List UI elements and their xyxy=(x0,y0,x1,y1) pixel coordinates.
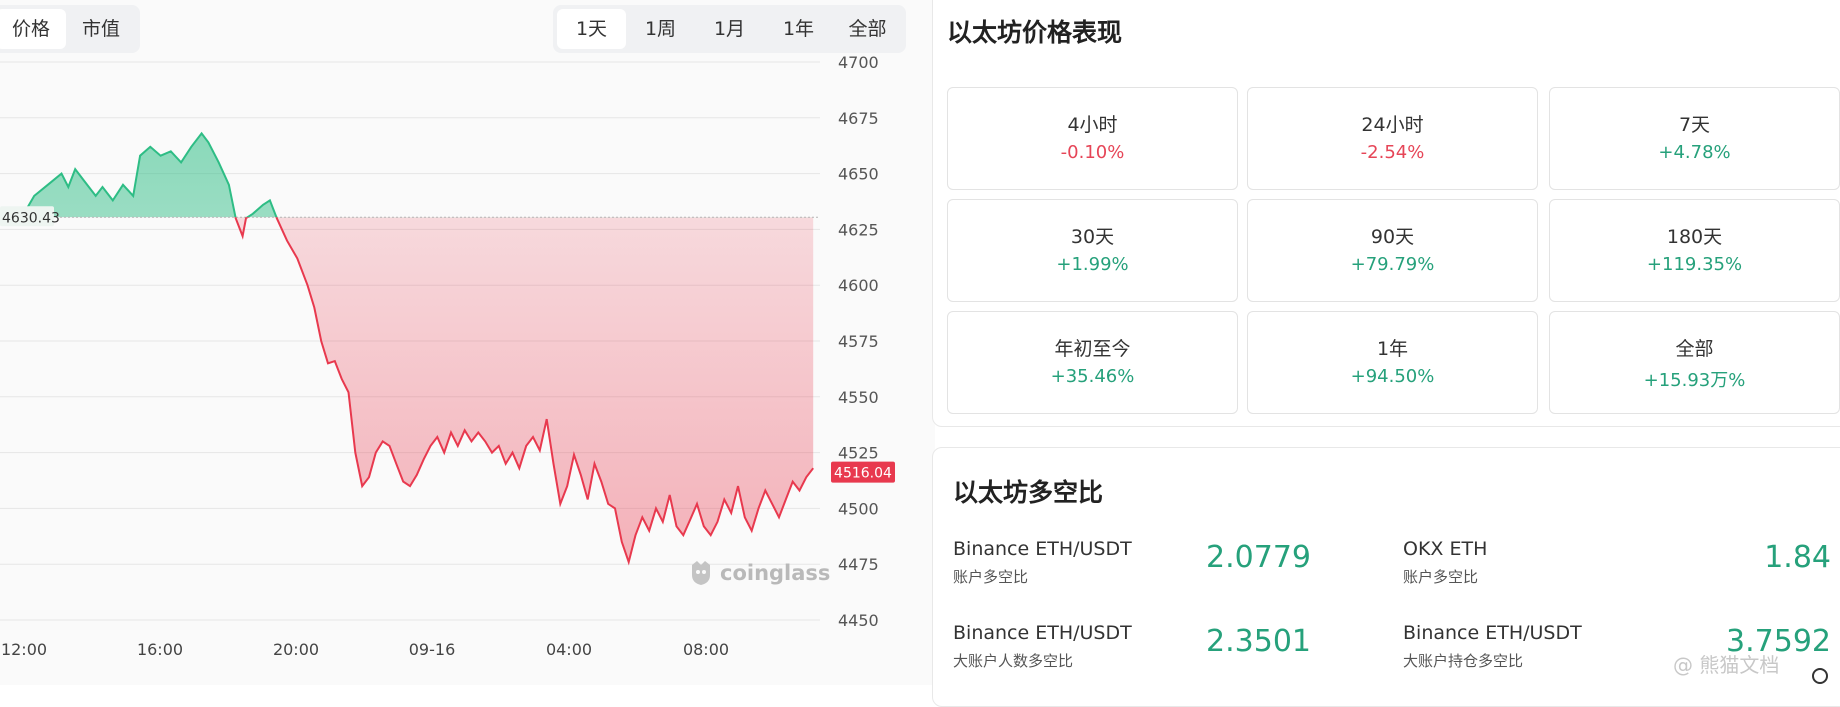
y-tick-label: 4625 xyxy=(838,220,879,239)
ratio-type-label: 账户多空比 xyxy=(953,568,1029,586)
performance-tile[interactable]: 全部 +15.93万% xyxy=(1549,311,1840,414)
range-all[interactable]: 全部 xyxy=(833,9,902,49)
performance-period-label: 4小时 xyxy=(1067,114,1118,136)
long-short-title: 以太坊多空比 xyxy=(953,478,1104,507)
ratio-type-label: 大账户持仓多空比 xyxy=(1403,652,1524,670)
range-1y[interactable]: 1年 xyxy=(764,9,833,49)
exchange-pair-name: OKX ETH xyxy=(1403,538,1488,560)
ratio-type-label: 大账户人数多空比 xyxy=(953,652,1074,670)
performance-change-value: -2.54% xyxy=(1360,142,1425,163)
settings-circle-icon[interactable] xyxy=(1812,668,1828,684)
performance-tile[interactable]: 7天 +4.78% xyxy=(1549,87,1840,190)
performance-change-value: +94.50% xyxy=(1350,366,1435,387)
performance-tile[interactable]: 30天 +1.99% xyxy=(947,199,1238,302)
performance-period-label: 年初至今 xyxy=(1054,338,1131,360)
performance-tile[interactable]: 180天 +119.35% xyxy=(1549,199,1840,302)
performance-period-label: 90天 xyxy=(1370,226,1415,248)
performance-period-label: 1年 xyxy=(1376,338,1409,360)
y-tick-label: 4450 xyxy=(838,611,879,630)
coinglass-logo-icon xyxy=(692,561,710,585)
y-tick-label: 4550 xyxy=(838,388,879,407)
x-tick-label: 04:00 xyxy=(546,640,592,659)
performance-tile[interactable]: 1年 +94.50% xyxy=(1247,311,1538,414)
long-short-item[interactable]: Binance ETH/USDT 账户多空比 xyxy=(953,538,1132,587)
y-tick-label: 4650 xyxy=(838,165,879,184)
exchange-pair-name: Binance ETH/USDT xyxy=(953,538,1132,560)
performance-period-label: 180天 xyxy=(1666,226,1723,248)
y-tick-label: 4475 xyxy=(838,555,879,574)
y-tick-label: 4600 xyxy=(838,276,879,295)
long-short-item[interactable]: Binance ETH/USDT 大账户持仓多空比 xyxy=(1403,622,1582,671)
watermark-text: coinglass xyxy=(720,561,831,585)
corner-watermark: @ 熊猫文档 xyxy=(1673,653,1780,677)
performance-change-value: +35.46% xyxy=(1050,366,1135,387)
last-price-tag: 4516.04 xyxy=(831,461,895,483)
performance-period-label: 24小时 xyxy=(1361,114,1424,136)
tab-market-cap[interactable]: 市值 xyxy=(66,9,136,49)
performance-tile[interactable]: 90天 +79.79% xyxy=(1247,199,1538,302)
x-tick-label: 20:00 xyxy=(273,640,319,659)
performance-tile[interactable]: 年初至今 +35.46% xyxy=(947,311,1238,414)
last-price-text: 4516.04 xyxy=(834,466,892,482)
baseline-price-text: 4630.43 xyxy=(2,210,60,226)
performance-period-label: 30天 xyxy=(1070,226,1115,248)
range-1w[interactable]: 1周 xyxy=(626,9,695,49)
price-performance-title: 以太坊价格表现 xyxy=(947,18,1123,47)
exchange-pair-name: Binance ETH/USDT xyxy=(1403,622,1582,644)
range-1m[interactable]: 1月 xyxy=(695,9,764,49)
baseline-price-label: 4630.43 xyxy=(0,206,60,227)
performance-period-label: 全部 xyxy=(1675,338,1714,360)
y-tick-label: 4525 xyxy=(838,444,879,463)
y-tick-label: 4700 xyxy=(838,53,879,72)
x-tick-label: 16:00 xyxy=(137,640,183,659)
price-chart-panel: 4700 4675 4650 4625 4600 4575 4550 4525 4500 4475… xyxy=(0,0,935,685)
performance-change-value: -0.10% xyxy=(1060,142,1125,163)
performance-tile[interactable]: 4小时 -0.10% xyxy=(947,87,1238,190)
long-short-ratio-value: 1.84 xyxy=(1764,540,1831,575)
range-1d[interactable]: 1天 xyxy=(557,9,626,49)
y-tick-label: 4575 xyxy=(838,332,879,351)
metric-toggle: 价格 市值 xyxy=(0,5,140,53)
ratio-type-label: 账户多空比 xyxy=(1403,568,1479,586)
performance-period-label: 7天 xyxy=(1678,114,1711,136)
performance-change-value: +1.99% xyxy=(1056,254,1129,275)
tab-price[interactable]: 价格 xyxy=(0,9,66,49)
long-short-item[interactable]: OKX ETH 账户多空比 xyxy=(1403,538,1487,587)
y-tick-label: 4675 xyxy=(838,109,879,128)
exchange-pair-name: Binance ETH/USDT xyxy=(953,622,1132,644)
performance-change-value: +119.35% xyxy=(1646,254,1743,275)
long-short-item[interactable]: Binance ETH/USDT 大账户人数多空比 xyxy=(953,622,1132,671)
performance-tile[interactable]: 24小时 -2.54% xyxy=(1247,87,1538,190)
time-range-toggle: 1天 1周 1月 1年 全部 xyxy=(553,5,906,53)
x-tick-label: 12:00 xyxy=(1,640,47,659)
long-short-ratio-value: 2.0779 xyxy=(1206,540,1311,575)
y-tick-label: 4500 xyxy=(838,499,879,518)
performance-change-value: +79.79% xyxy=(1350,254,1435,275)
coinglass-watermark: coinglass xyxy=(688,559,830,587)
price-performance-card: 以太坊价格表现 4小时 -0.10% 24小时 -2.54% 7天 +4.78% 30天 +1… xyxy=(932,0,1840,427)
performance-change-value: +4.78% xyxy=(1658,142,1731,163)
long-short-ratio-value: 2.3501 xyxy=(1206,624,1311,659)
x-tick-label: 08:00 xyxy=(683,640,729,659)
x-tick-label: 09-16 xyxy=(409,640,456,659)
performance-change-value: +15.93万% xyxy=(1643,370,1746,391)
